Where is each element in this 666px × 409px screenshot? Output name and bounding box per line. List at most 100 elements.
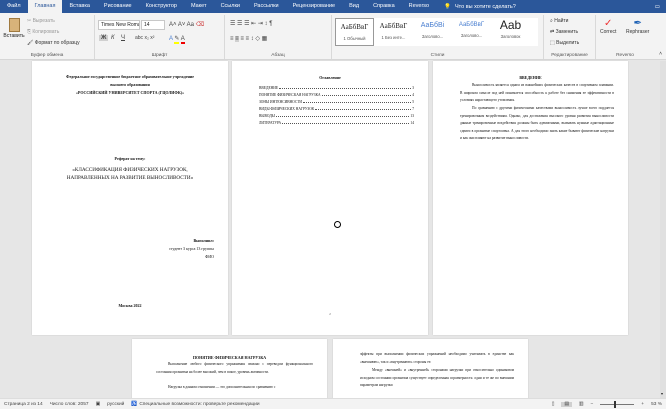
paragraph-continued: эффекты при выполнении физических упражн… <box>360 352 514 364</box>
print-layout-icon[interactable]: ▤ <box>561 401 572 407</box>
essay-title-line-1: «КЛАССИФИКАЦИЯ ФИЗИЧЕСКИХ НАГРУЗОК, <box>72 167 188 173</box>
tab-reverso[interactable]: Reverso <box>402 0 436 13</box>
accessibility-status[interactable]: Специальные возможности: проверьте реком… <box>139 402 259 407</box>
correct-button[interactable]: ✓ Correct <box>600 18 616 35</box>
ribbon-tabs: Файл Главная Вставка Рисование Конструкт… <box>0 0 666 13</box>
style-preview: АаБбВвГ <box>379 22 408 30</box>
text-effects-highlight-color-icons[interactable]: A ✎ A <box>169 35 185 44</box>
paste-button[interactable]: Вставить <box>3 17 25 39</box>
proofing-icon[interactable]: ▣ <box>96 402 101 407</box>
tab-layout[interactable]: Макет <box>184 0 214 13</box>
zoom-slider-thumb[interactable] <box>614 400 617 408</box>
underline-button[interactable]: Ч <box>121 35 125 41</box>
collapse-ribbon-icon[interactable]: ˄ <box>659 51 662 57</box>
toc-entry-page: 13 <box>410 114 414 118</box>
style-heading1[interactable]: АаБбВі Заголово... <box>413 18 452 46</box>
toc-entry-page: 4 <box>412 93 414 97</box>
tab-draw[interactable]: Рисование <box>97 0 139 13</box>
scroll-down-icon[interactable]: ▾ <box>661 391 663 396</box>
list-indent-icons[interactable]: ☰ ☰ ☰ ⇤ ⇥ ↕ ¶ <box>230 20 272 27</box>
paste-label: Вставить <box>3 33 25 39</box>
page-4[interactable]: ПОНЯТИЕ ФИЗИЧЕСКАЯ НАГРУЗКА Выполнение л… <box>132 339 327 399</box>
tab-file[interactable]: Файл <box>0 0 28 13</box>
page-1[interactable]: Федеральное государственное бюджетное об… <box>32 61 228 335</box>
status-bar: Страница 2 из 14 Число слов: 2057 ▣ русс… <box>0 398 666 409</box>
language[interactable]: русский <box>107 402 124 407</box>
toc-entry-title: ЗОНЫ ИНТЕНСИВНОСТИ <box>259 100 303 104</box>
vertical-scrollbar[interactable]: ▾ <box>660 61 666 398</box>
comments-icon[interactable]: ▭ <box>655 4 660 10</box>
toc-entry[interactable]: ВЫВОДЫ 13 <box>259 114 414 118</box>
style-name: Заголовок <box>500 34 521 39</box>
org-line-2: высшего образования <box>110 82 150 87</box>
style-heading2[interactable]: АаБбВвГ Заголово... <box>452 18 491 46</box>
toc-entry[interactable]: ВИДЫ ФИЗИЧЕСКИХ НАГРУЗОК 7 <box>259 107 414 111</box>
tab-review[interactable]: Рецензирование <box>286 0 342 13</box>
accessibility-icon: ♿ <box>131 401 138 407</box>
paragraph: Между «внешней» и «внутренней» сторонами… <box>360 368 514 388</box>
org-line-1: Федеральное государственное бюджетное об… <box>66 74 194 79</box>
replace-label: Заменить <box>555 29 579 35</box>
tab-home[interactable]: Главная <box>27 0 63 13</box>
tab-insert[interactable]: Вставка <box>62 0 96 13</box>
reverso-group: ✓ Correct ✒ Rephraser Reverso <box>596 15 654 59</box>
page-5[interactable]: эффекты при выполнении физических упражн… <box>333 339 528 399</box>
toc-entry[interactable]: ВВЕДЕНИЕ 3 <box>259 86 414 90</box>
tab-help[interactable]: Справка <box>366 0 402 13</box>
zoom-out-button[interactable]: − <box>590 402 593 407</box>
tab-design[interactable]: Конструктор <box>139 0 184 13</box>
page-count[interactable]: Страница 2 из 14 <box>4 402 43 407</box>
tab-mailings[interactable]: Рассылки <box>247 0 286 13</box>
select-button[interactable]: ⬚ Выделить <box>550 40 579 46</box>
bold-button[interactable]: Ж <box>99 35 109 41</box>
find-button[interactable]: ⌕ Найти <box>550 18 568 24</box>
ribbon: Вставить ✂ Вырезать ⎘ Копировать 🖌 Форма… <box>0 13 666 60</box>
font-size-select[interactable]: 14 <box>141 20 165 30</box>
styles-group-label: Стили <box>430 53 445 58</box>
intro-paragraph-1: Выносливость является одним из важнейших… <box>460 83 614 103</box>
toc-entry[interactable]: ЛИТЕРАТУРА 14 <box>259 121 414 125</box>
read-mode-icon[interactable]: ▯ <box>552 402 555 407</box>
style-no-spacing[interactable]: АаБбВвГ 1 Без инте... <box>374 18 413 46</box>
reverso-group-label: Reverso <box>616 53 634 58</box>
copy-button[interactable]: ⎘ Копировать <box>27 29 59 35</box>
page-2[interactable]: Оглавление ВВЕДЕНИЕ 3 ПОНЯТИЕ ФИЗИЧЕСКАЯ … <box>232 61 428 335</box>
page-3[interactable]: ВВЕДЕНИЕ Выносливость является одним из … <box>433 61 628 335</box>
font-name-select[interactable]: Times New Roman <box>98 20 140 30</box>
alignment-icons[interactable]: ≡ ≡ ≡ ≡ ↕ ◇ ▦ <box>230 35 267 42</box>
rephraser-button[interactable]: ✒ Rephraser <box>626 18 649 35</box>
rephraser-quill-icon: ✒ <box>633 18 642 29</box>
style-name: 1 Без инте... <box>381 35 406 40</box>
italic-button[interactable]: К <box>111 35 115 41</box>
replace-button[interactable]: ⇄ Заменить <box>550 29 578 35</box>
toc-entry[interactable]: ПОНЯТИЕ ФИЗИЧЕСКАЯ НАГРУЗКА 4 <box>259 93 414 97</box>
word-count[interactable]: Число слов: 2057 <box>50 402 89 407</box>
toc-entry-page: 14 <box>410 121 414 125</box>
select-label: Выделить <box>556 40 580 46</box>
style-name: Заголово... <box>460 33 483 38</box>
section-paragraph-2: Нагрузка в данном отношении — это дополн… <box>168 385 276 389</box>
zoom-level[interactable]: 53 % <box>651 402 662 407</box>
grow-font-icon[interactable]: A˄ A˅ Aa ⌫ <box>169 21 204 28</box>
zoom-slider[interactable] <box>600 400 635 408</box>
cut-button[interactable]: ✂ Вырезать <box>27 18 55 24</box>
style-title[interactable]: Aab Заголовок <box>491 18 530 46</box>
tell-me-search[interactable]: 💡 Что вы хотите сделать? <box>444 4 516 10</box>
paragraph-group: ☰ ☰ ☰ ⇤ ⇥ ↕ ¶ ≡ ≡ ≡ ≡ ↕ ◇ ▦ Абзац <box>225 15 332 59</box>
strikethrough-subscript-superscript-icons[interactable]: abc x₂ x² <box>135 35 154 41</box>
tell-me-text: Что вы хотите сделать? <box>454 3 516 10</box>
toc-entry-title: ВВЕДЕНИЕ <box>259 86 279 90</box>
rephraser-label: Rephraser <box>626 29 650 35</box>
zoom-in-button[interactable]: + <box>641 402 644 407</box>
toc-entry-page: 5 <box>412 100 414 104</box>
toc-entry[interactable]: ЗОНЫ ИНТЕНСИВНОСТИ 5 <box>259 100 414 104</box>
format-painter-button[interactable]: 🖌 Формат по образцу <box>27 40 80 46</box>
tab-view[interactable]: Вид <box>342 0 366 13</box>
tab-references[interactable]: Ссылки <box>214 0 247 13</box>
web-layout-icon[interactable]: ▥ <box>579 402 584 407</box>
style-normal[interactable]: АаБбВвГ 1 Обычный <box>335 18 374 46</box>
format-painter-label: Формат по образцу <box>34 40 80 46</box>
style-preview: АаБбВвГ <box>458 22 485 28</box>
styles-more[interactable] <box>530 18 538 46</box>
toc-entry-title: ПОНЯТИЕ ФИЗИЧЕСКАЯ НАГРУЗКА <box>259 93 321 97</box>
